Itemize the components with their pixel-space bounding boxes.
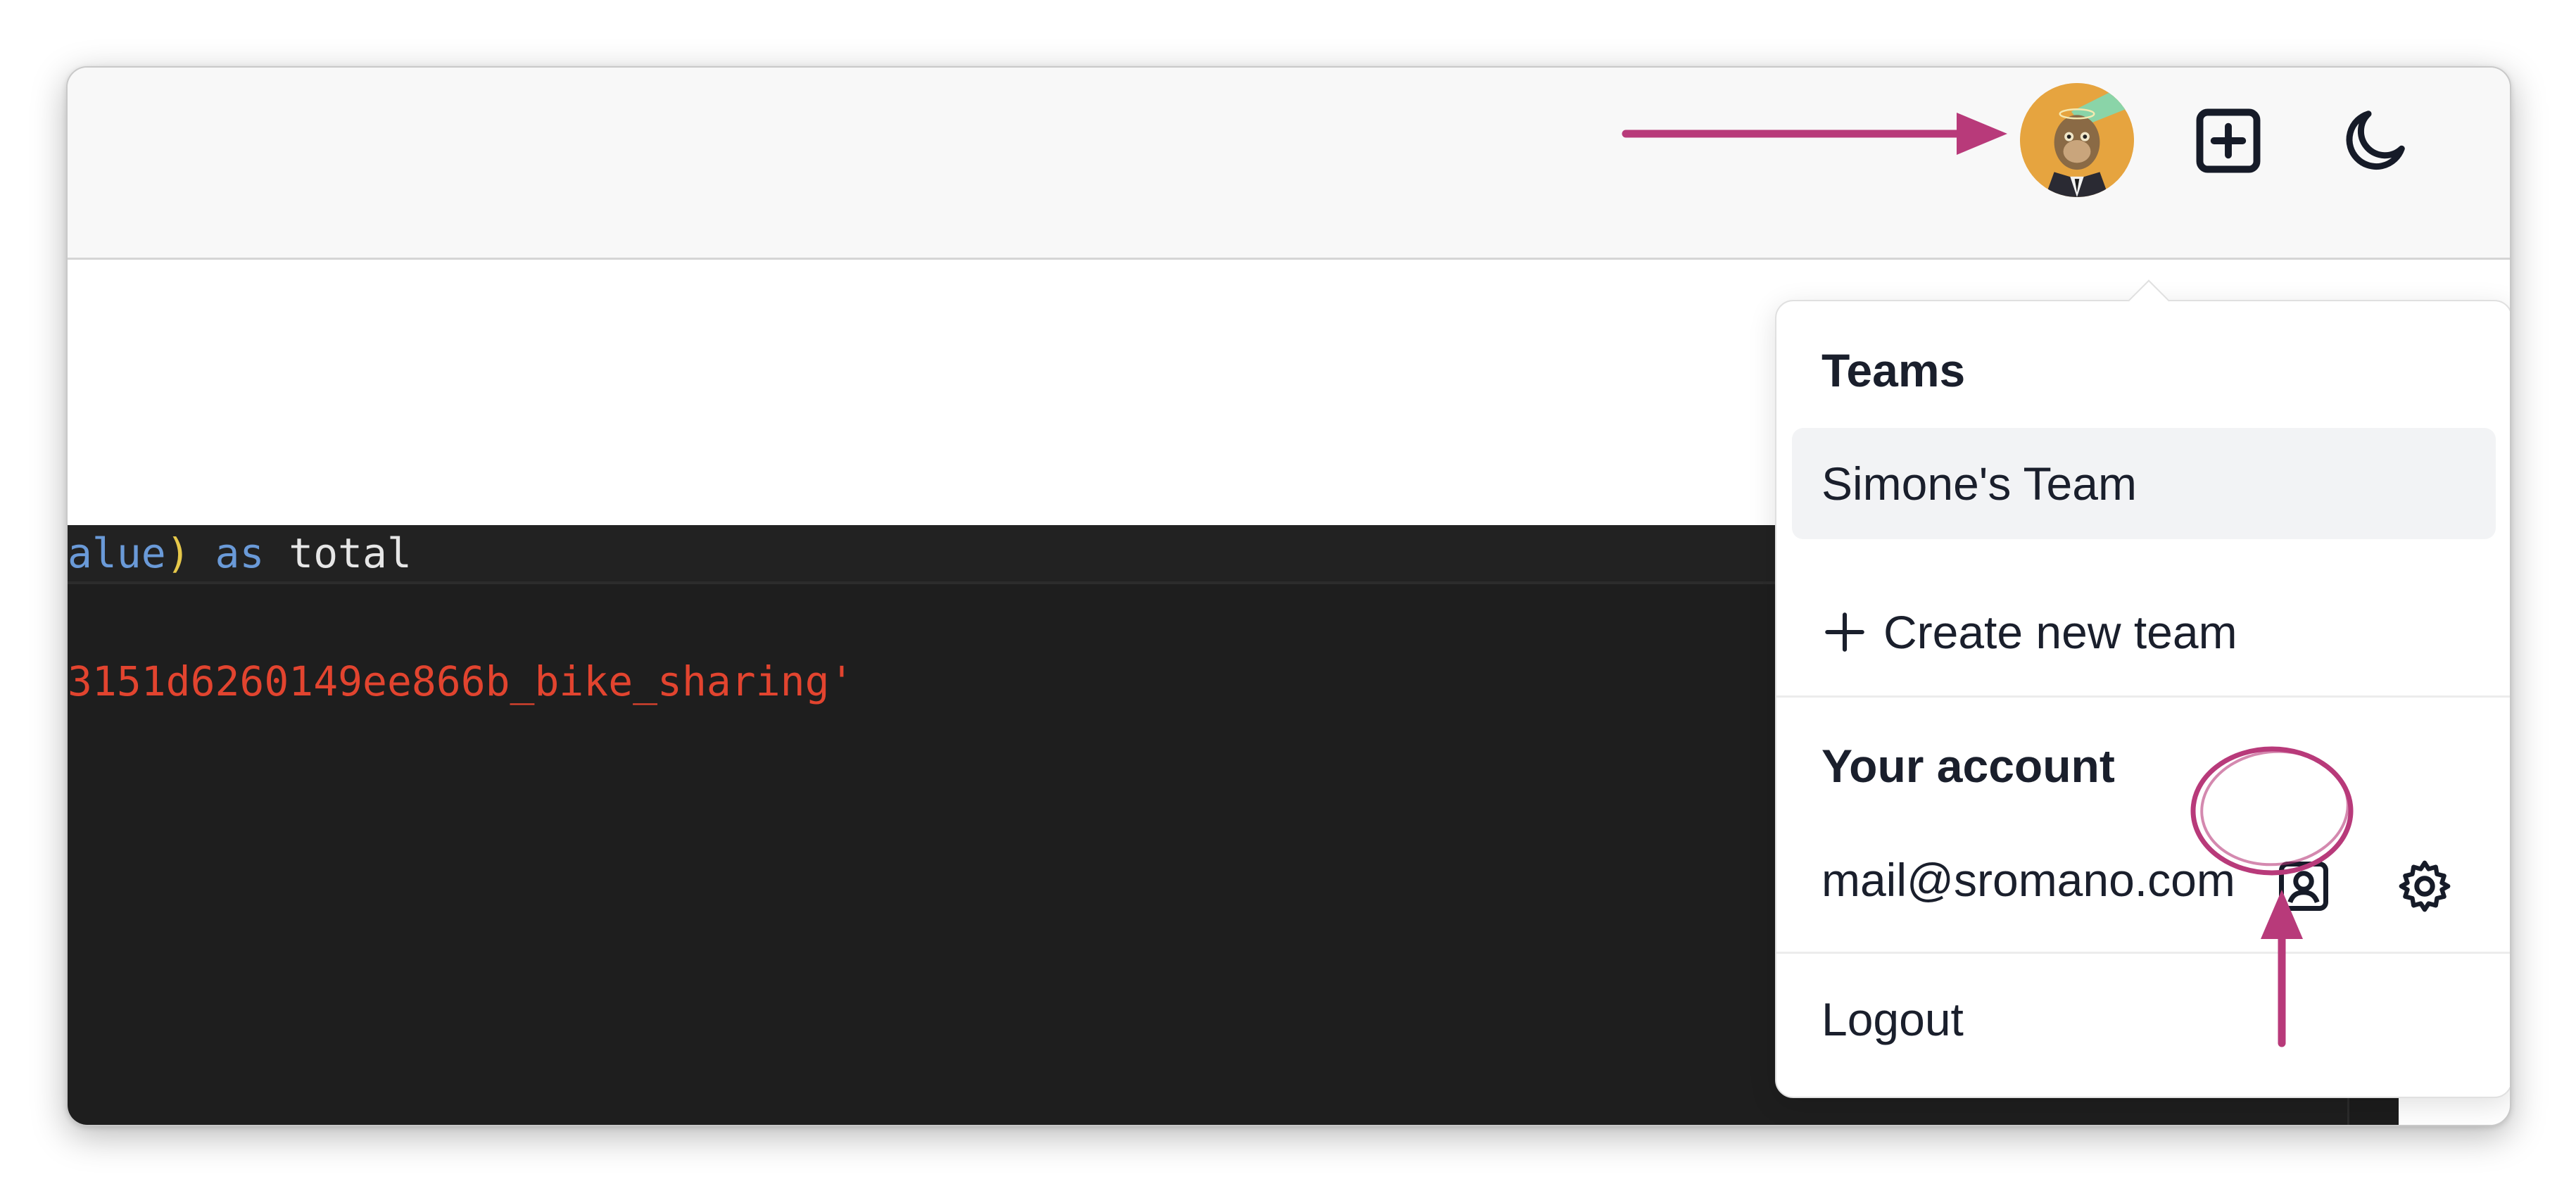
code-line-2: 3151d6260149ee866b_bike_sharing' (68, 657, 854, 705)
top-bar (68, 68, 2510, 260)
account-settings-button[interactable] (2386, 847, 2463, 925)
new-query-button[interactable] (2186, 99, 2271, 183)
code-token-alias: total (289, 529, 412, 577)
teams-heading: Teams (1821, 344, 1966, 396)
gear-icon (2399, 860, 2451, 912)
avatar-image (2020, 83, 2134, 197)
user-menu-dropdown: Teams Simone's Team Create new team Your… (1775, 279, 2510, 1098)
logout-label: Logout (1821, 993, 1964, 1045)
menu-divider (1776, 695, 2510, 698)
dropdown-caret (2128, 279, 2170, 322)
create-team-button[interactable]: Create new team (1821, 590, 2237, 674)
plus-square-icon (2196, 108, 2261, 173)
account-profile-button[interactable] (2265, 847, 2342, 925)
code-token-ident: alue (68, 529, 166, 577)
menu-item-team[interactable]: Simone's Team (1792, 428, 2496, 539)
code-token-keyword: as (190, 529, 289, 577)
logout-button[interactable]: Logout (1821, 977, 1964, 1061)
code-line-1: alue) as total (68, 525, 412, 581)
account-email: mail@sromano.com (1821, 854, 2235, 906)
account-heading: Your account (1821, 740, 2115, 792)
user-avatar[interactable] (2020, 83, 2134, 197)
user-square-icon (2279, 862, 2328, 911)
moon-icon (2346, 111, 2405, 170)
plus-icon (1825, 612, 1864, 652)
menu-divider (1776, 952, 2510, 954)
app-window: alue) as total 3151d6260149ee866b_bike_s… (66, 66, 2511, 1126)
code-token-paren: ) (165, 529, 191, 577)
team-label: Simone's Team (1821, 458, 2137, 510)
theme-toggle-button[interactable] (2332, 99, 2417, 183)
create-team-label: Create new team (1883, 606, 2237, 658)
